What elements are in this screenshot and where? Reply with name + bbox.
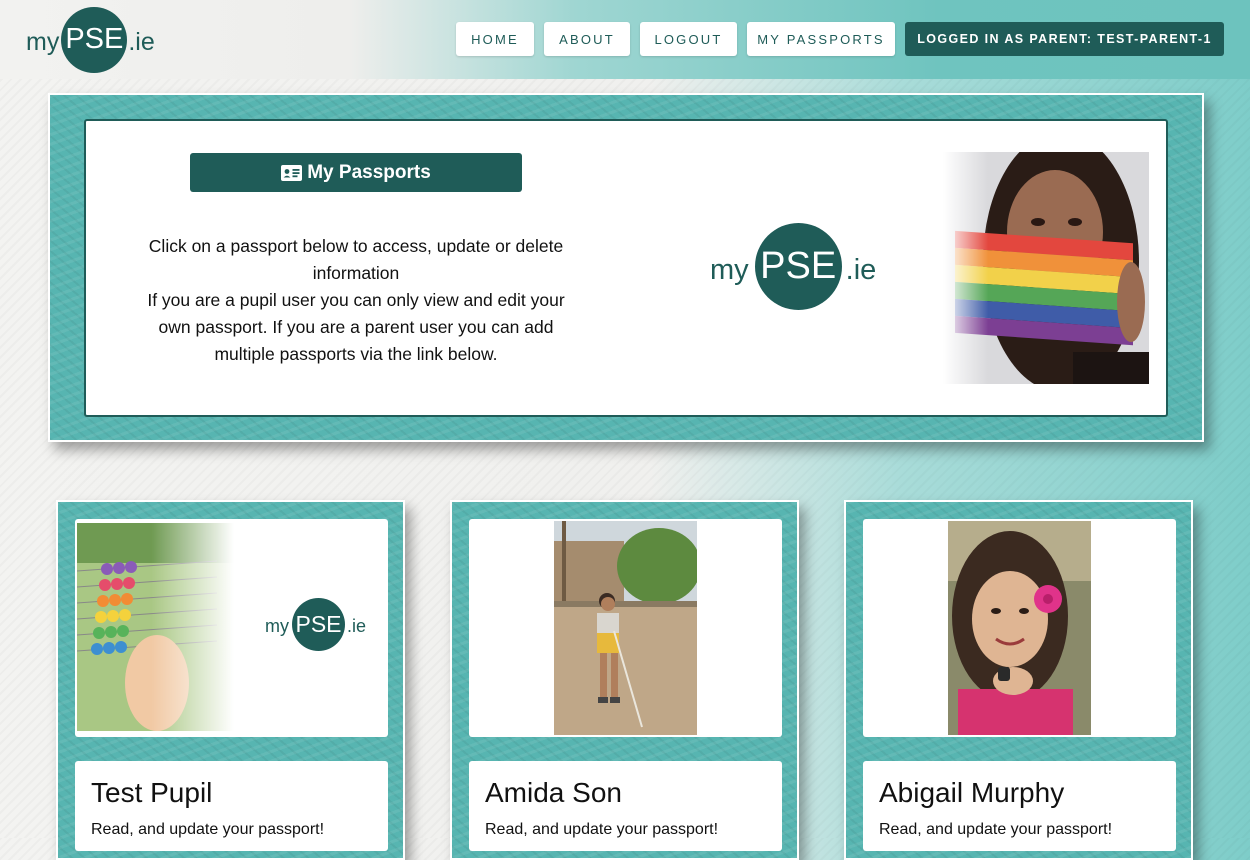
hero-photo-girl-with-rainbow-flag [943,152,1149,384]
instruction-line-2: If you are a pupil user you can only vie… [147,290,565,364]
instruction-line-1: Click on a passport below to access, upd… [148,236,564,283]
logo-suffix: .ie [347,616,367,636]
passport-name[interactable]: Test Pupil [91,777,212,809]
passport-card-logo: my PSE .ie [265,597,366,651]
passport-photo-girl-with-flower [948,521,1091,735]
logo-prefix: my [265,616,289,636]
my-passports-button-label: My Passports [307,161,431,183]
nav-my-passports-link[interactable]: MY PASSPORTS [747,22,895,56]
passport-description: Read, and update your passport! [91,821,325,838]
my-passports-button[interactable]: My Passports [190,153,522,192]
hero-instructions: Click on a passport below to access, upd… [130,233,582,368]
passport-name[interactable]: Abigail Murphy [879,777,1064,809]
logo-suffix: .ie [128,28,155,56]
nav-logout-link[interactable]: LOGOUT [640,22,737,56]
passport-photo-abacus [77,523,242,731]
logo-prefix: my [26,28,60,56]
logo-core: PSE [61,6,128,73]
passport-name[interactable]: Amida Son [485,777,622,809]
nav-home-link[interactable]: HOME [456,22,534,56]
logo-suffix: .ie [845,253,877,286]
logo-core: PSE [292,597,345,651]
passport-photo-boy [554,521,697,735]
id-card-icon [281,164,303,181]
logo-core: PSE [754,222,842,310]
logged-in-status: LOGGED IN AS PARENT: TEST-PARENT-1 [905,22,1224,56]
logo-prefix: my [710,253,749,286]
passport-description: Read, and update your passport! [485,821,719,838]
site-logo[interactable]: my PSE .ie [26,6,155,73]
passport-description: Read, and update your passport! [879,821,1113,838]
nav-about-link[interactable]: ABOUT [544,22,630,56]
hero-logo: my PSE .ie [710,222,876,310]
